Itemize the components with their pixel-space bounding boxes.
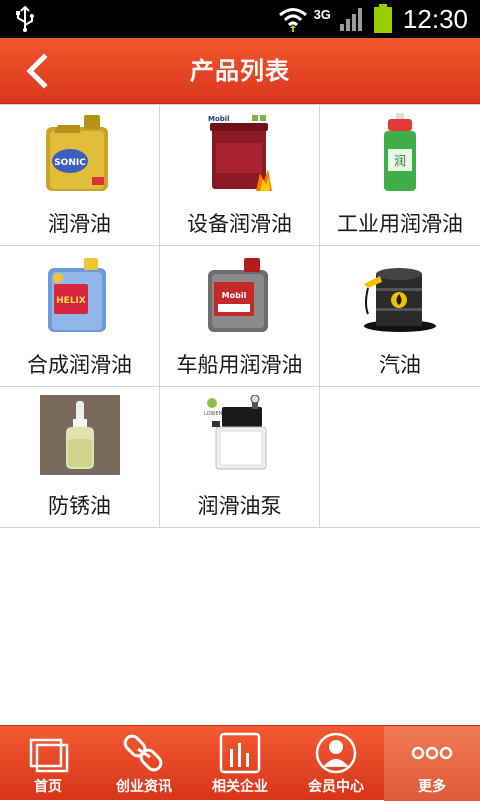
nav-label: 相关企业 xyxy=(212,779,268,795)
nav-label: 会员中心 xyxy=(308,779,364,795)
product-label: 润滑油泵 xyxy=(197,494,282,518)
nav-label: 首页 xyxy=(34,779,62,795)
oil-can-gold-image: SONIC xyxy=(46,115,108,191)
oil-barrel-image xyxy=(364,268,436,332)
battery-icon xyxy=(373,4,392,33)
svg-text:Mobil: Mobil xyxy=(222,291,247,300)
grey-oil-can-image: Mobil xyxy=(208,258,268,332)
red-pail-image: Mobil xyxy=(208,115,272,191)
product-grid: SONIC 润滑油 Mobil 设备润滑油 润 工业用润滑油 HELIX 合成润… xyxy=(0,104,480,528)
nav-item-news[interactable]: 创业资讯 xyxy=(96,726,192,801)
product-label: 车船用润滑油 xyxy=(176,353,303,377)
status-bar: 3G 12:30 xyxy=(0,0,480,38)
product-label: 防锈油 xyxy=(48,494,111,518)
network-type-label: 3G xyxy=(313,6,331,22)
product-item[interactable]: 汽油 xyxy=(320,246,480,387)
bottom-nav: 首页 创业资讯 相关企业 会员中心 更多 xyxy=(0,725,480,801)
svg-text:润: 润 xyxy=(394,154,406,168)
user-icon xyxy=(315,732,357,774)
product-item[interactable]: HELIX 合成润滑油 xyxy=(0,246,160,387)
product-item[interactable]: 润 工业用润滑油 xyxy=(320,105,480,246)
wifi-icon xyxy=(278,8,307,32)
product-label: 润滑油 xyxy=(48,212,111,236)
nav-item-more[interactable]: 更多 xyxy=(384,726,480,801)
usb-icon xyxy=(16,6,34,32)
product-label: 汽油 xyxy=(379,353,421,377)
signal-icon xyxy=(339,8,362,31)
lubrication-pump-image: LOWENT xyxy=(204,395,267,470)
product-label: 设备润滑油 xyxy=(187,212,292,236)
product-item[interactable]: Mobil 设备润滑油 xyxy=(160,105,320,246)
product-item[interactable]: 防锈油 xyxy=(0,387,160,528)
dropper-bottle-image xyxy=(40,395,120,475)
product-item[interactable]: SONIC 润滑油 xyxy=(0,105,160,246)
empty-grid-cell xyxy=(320,387,480,528)
nav-item-member[interactable]: 会员中心 xyxy=(288,726,384,801)
svg-text:HELIX: HELIX xyxy=(56,296,86,306)
link-icon xyxy=(123,734,163,772)
app-header: 产品列表 xyxy=(0,38,480,104)
nav-label: 创业资讯 xyxy=(116,779,172,795)
green-spray-can-image: 润 xyxy=(384,113,416,191)
product-item[interactable]: LOWENT 润滑油泵 xyxy=(160,387,320,528)
home-icon xyxy=(29,738,69,773)
product-item[interactable]: Mobil 车船用润滑油 xyxy=(160,246,320,387)
nav-item-home[interactable]: 首页 xyxy=(0,726,96,801)
more-icon xyxy=(411,746,453,760)
product-label: 工业用润滑油 xyxy=(337,212,463,236)
clock: 12:30 xyxy=(402,3,468,34)
nav-item-companies[interactable]: 相关企业 xyxy=(192,726,288,801)
nav-label: 更多 xyxy=(418,779,446,795)
svg-text:SONIC: SONIC xyxy=(54,158,86,168)
svg-text:Mobil: Mobil xyxy=(208,115,230,123)
product-label: 合成润滑油 xyxy=(27,353,132,377)
page-title: 产品列表 xyxy=(190,57,290,85)
blue-oil-can-image: HELIX xyxy=(48,258,106,332)
bar-chart-icon xyxy=(219,732,261,774)
